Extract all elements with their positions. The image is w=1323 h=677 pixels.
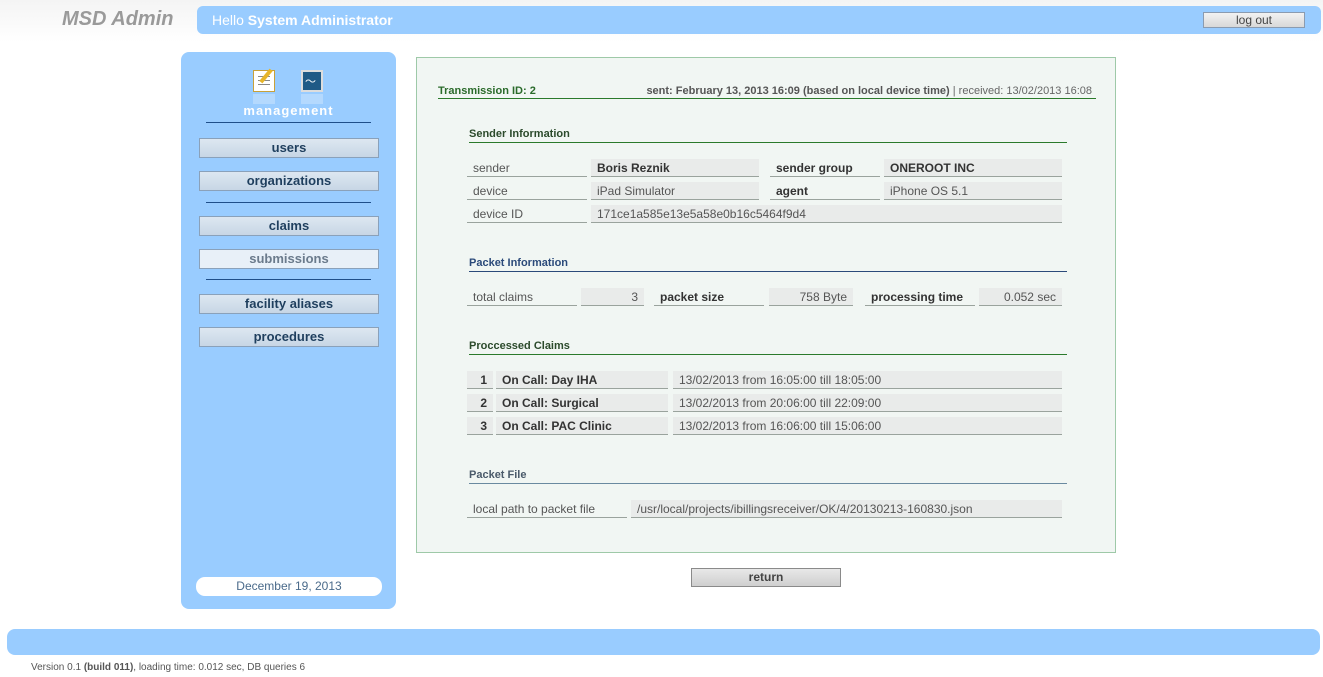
sidebar-item-organizations[interactable]: organizations [199, 171, 379, 191]
sidebar-divider [206, 122, 371, 123]
header-bar: Hello System Administrator log out [197, 6, 1321, 34]
edit-icon[interactable] [253, 70, 275, 92]
transmission-panel: Transmission ID: 2 sent: February 13, 20… [416, 57, 1116, 553]
transmission-times: sent: February 13, 2013 16:09 (based on … [646, 85, 1092, 97]
claim-period: 13/02/2013 from 16:06:00 till 15:06:00 [673, 417, 1062, 435]
sidebar-item-procedures[interactable]: procedures [199, 327, 379, 347]
sender-group-label: sender group [770, 159, 880, 177]
agent-value: iPhone OS 5.1 [884, 182, 1062, 200]
claim-number: 3 [467, 417, 493, 435]
claim-name[interactable]: On Call: Surgical [496, 394, 668, 412]
device-id-value: 171ce1a585e13e5a58e0b16c5464f9d4 [591, 205, 1062, 223]
current-date: December 19, 2013 [196, 577, 382, 596]
device-label: device [467, 182, 587, 200]
processing-time-value: 0.052 sec [979, 288, 1062, 306]
received-time: received: 13/02/2013 16:08 [958, 85, 1092, 97]
transmission-header: Transmission ID: 2 sent: February 13, 20… [438, 85, 1096, 99]
sidebar-divider [206, 279, 371, 280]
sidebar-item-facility-aliases[interactable]: facility aliases [199, 294, 379, 314]
device-value: iPad Simulator [591, 182, 759, 200]
processed-claims-title: Proccessed Claims [469, 340, 1067, 355]
sender-label: sender [467, 159, 587, 177]
claim-period: 13/02/2013 from 20:06:00 till 22:09:00 [673, 394, 1062, 412]
claim-period: 13/02/2013 from 16:05:00 till 18:05:00 [673, 371, 1062, 389]
footer-stats: , loading time: 0.012 sec, DB queries 6 [133, 662, 306, 673]
total-claims-label: total claims [467, 288, 577, 306]
packet-size-value: 758 Byte [769, 288, 853, 306]
monitor-icon[interactable] [301, 70, 323, 92]
packet-file-title: Packet File [469, 469, 1067, 484]
brand-title: MSD Admin [62, 8, 174, 30]
sender-value: Boris Reznik [591, 159, 759, 177]
sender-info-title: Sender Information [469, 128, 1067, 143]
packet-path-label: local path to packet file [467, 500, 627, 518]
greeting-text: Hello [212, 12, 244, 28]
claim-number: 2 [467, 394, 493, 412]
sidebar: management users organizations claims su… [181, 52, 396, 609]
sidebar-item-submissions[interactable]: submissions [199, 249, 379, 269]
sent-time: sent: February 13, 2013 16:09 (based on … [646, 85, 950, 97]
packet-size-label: packet size [654, 288, 764, 306]
processing-time-label: processing time [865, 288, 975, 306]
packet-info-title: Packet Information [469, 257, 1067, 272]
footer-bar [7, 629, 1320, 655]
agent-label: agent [770, 182, 880, 200]
build-number: (build 011) [83, 662, 134, 673]
sidebar-section-label: management [243, 103, 334, 118]
user-name: System Administrator [247, 12, 393, 28]
transmission-id: Transmission ID: 2 [438, 85, 536, 97]
version-prefix: Version 0.1 [31, 662, 82, 673]
sidebar-icons [249, 68, 329, 106]
sidebar-item-claims[interactable]: claims [199, 216, 379, 236]
sender-group-value: ONEROOT INC [884, 159, 1062, 177]
packet-path-value: /usr/local/projects/ibillingsreceiver/OK… [631, 500, 1062, 518]
claim-number: 1 [467, 371, 493, 389]
sidebar-divider [206, 202, 371, 203]
sidebar-item-users[interactable]: users [199, 138, 379, 158]
logout-button[interactable]: log out [1203, 12, 1305, 28]
device-id-label: device ID [467, 205, 587, 223]
time-separator: | [952, 85, 956, 97]
claim-name[interactable]: On Call: PAC Clinic [496, 417, 668, 435]
claim-name[interactable]: On Call: Day IHA [496, 371, 668, 389]
footer-version: Version 0.1 (build 011), loading time: 0… [31, 662, 305, 673]
total-claims-value: 3 [581, 288, 644, 306]
greeting: Hello System Administrator [212, 12, 393, 28]
return-button[interactable]: return [691, 568, 841, 587]
